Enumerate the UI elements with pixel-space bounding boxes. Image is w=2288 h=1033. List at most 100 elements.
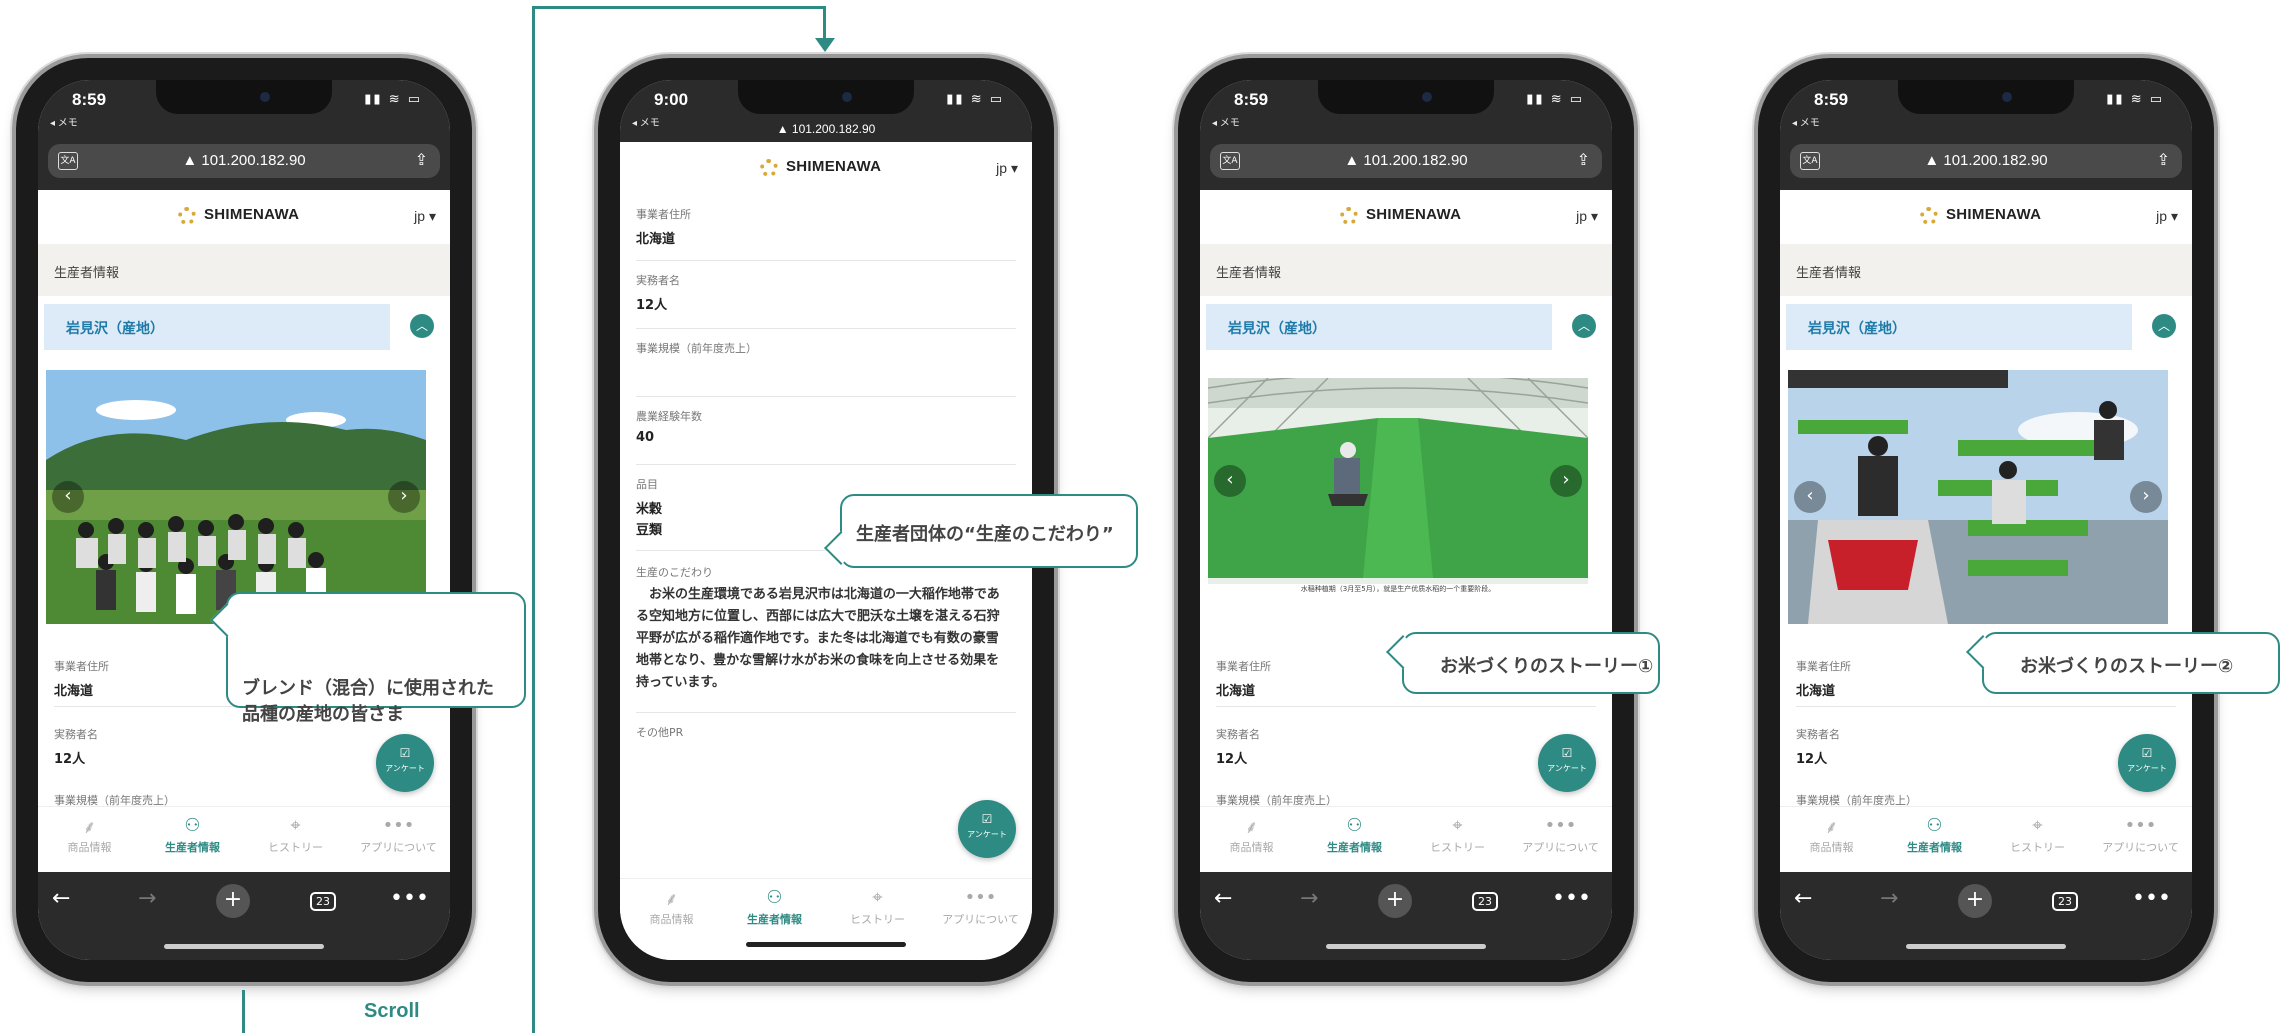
tab-product[interactable]: ⸙ 商品情報 [1780,807,1883,873]
carousel-next-button[interactable]: › [1550,465,1582,497]
forward-arrow-icon[interactable]: → [1300,886,1318,911]
checkbox-icon: ☑ [399,746,411,760]
more-dots-icon: ••• [2124,815,2157,836]
tab-count-icon[interactable]: 23 [2052,892,2078,911]
tab-producer[interactable]: ⚇ 生産者情報 [723,879,826,960]
tab-product[interactable]: ⸙ 商品情報 [620,879,723,960]
notch [156,80,332,114]
notch [738,80,914,114]
status-time: 9:00 [654,90,689,109]
signal-wifi-battery-icon: ▮▮ ≋ ▭ [364,92,422,107]
region-accordion[interactable]: 岩見沢（産地） [1206,304,1552,350]
tab-bar: ⸙ 商品情報 ⚇ 生産者情報 ⌖ ヒストリー ••• アプリについて [1200,806,1612,873]
notch [1898,80,2074,114]
collapse-icon[interactable]: ︿ [2152,314,2176,338]
browser-toolbar: ← → + 23 ••• [38,872,450,960]
screen: 8:59 ◂ メモ ▮▮ ≋ ▭ 文A ▲ 101.200.182.90 ⇪ S… [1780,80,2192,960]
more-dots-icon: ••• [964,887,997,908]
new-tab-plus-icon[interactable]: + [1378,884,1412,918]
app-header: SHIMENAWA jp ▾ [1200,190,1612,244]
section-header: 生産者情報 [1200,244,1612,296]
person-icon: ⚇ [184,815,201,836]
home-indicator [164,944,324,949]
more-menu-icon[interactable]: ••• [2132,886,2171,911]
forward-arrow-icon[interactable]: → [138,886,156,911]
logo-ring-icon [1340,207,1358,225]
carousel-prev-button[interactable]: ‹ [52,481,84,513]
carousel-next-button[interactable]: › [2130,481,2162,513]
region-accordion[interactable]: 岩見沢（産地） [1786,304,2132,350]
carousel-photo-planter: ‹ › [1788,370,2168,624]
back-arrow-icon[interactable]: ← [1794,886,1812,911]
status-time: 8:59 [1814,90,1849,109]
survey-button[interactable]: ☑ アンケート [376,734,434,792]
tab-about[interactable]: ••• アプリについて [2089,807,2192,873]
tab-producer[interactable]: ⚇ 生産者情報 [1303,807,1406,873]
checkbox-icon: ☑ [2141,746,2153,760]
new-tab-plus-icon[interactable]: + [216,884,250,918]
phone-mockup-3: 8:59 ◂ メモ ▮▮ ≋ ▭ 文A ▲ 101.200.182.90 ⇪ S… [1178,58,1634,982]
new-tab-plus-icon[interactable]: + [1958,884,1992,918]
address-bar[interactable]: 文A ▲ 101.200.182.90 ⇪ [48,144,440,178]
language-select[interactable]: jp ▾ [414,208,436,225]
back-to-app-link[interactable]: ◂ メモ [50,114,78,129]
rice-planter-photo-image [1788,370,2168,624]
back-to-app-link[interactable]: ◂ メモ [1212,114,1240,129]
share-icon[interactable]: ⇪ [415,150,428,169]
sprout-icon: ⸙ [1824,817,1839,838]
survey-button[interactable]: ☑ アンケート [2118,734,2176,792]
carousel-photo-greenhouse: ‹ › [1208,378,1588,584]
photo-caption: 水稲种植期（3月至5月），就是生产优质水稻的一个重要阶段。 [1300,585,1496,593]
back-arrow-icon[interactable]: ← [1214,886,1232,911]
tab-history[interactable]: ⌖ ヒストリー [1406,807,1509,873]
region-accordion[interactable]: 岩見沢（産地） [44,304,390,350]
tab-history[interactable]: ⌖ ヒストリー [244,807,347,873]
tab-about[interactable]: ••• アプリについて [1509,807,1612,873]
language-select[interactable]: jp ▾ [996,160,1018,177]
tab-bar: ⸙ 商品情報 ⚇ 生産者情報 ⌖ ヒストリー ••• アプリについて [38,806,450,873]
language-select[interactable]: jp ▾ [2156,208,2178,225]
field-address: 事業者住所 北海道 [636,206,1016,261]
carousel-next-button[interactable]: › [388,481,420,513]
signal-wifi-battery-icon: ▮▮ ≋ ▭ [2106,92,2164,107]
survey-button[interactable]: ☑ アンケート [958,800,1016,858]
collapse-icon[interactable]: ︿ [1572,314,1596,338]
group-photo-image [46,370,426,624]
language-select[interactable]: jp ▾ [1576,208,1598,225]
share-icon[interactable]: ⇪ [1577,150,1590,169]
share-icon[interactable]: ⇪ [2157,150,2170,169]
location-pin-icon: ⌖ [872,887,883,908]
more-menu-icon[interactable]: ••• [390,886,429,911]
tab-bar: ⸙ 商品情報 ⚇ 生産者情報 ⌖ ヒストリー ••• アプリについて [1780,806,2192,873]
address-bar[interactable]: 文A ▲ 101.200.182.90 ⇪ [1790,144,2182,178]
scroll-connector-line [532,6,535,1033]
survey-button[interactable]: ☑ アンケート [1538,734,1596,792]
address-bar[interactable]: 文A ▲ 101.200.182.90 ⇪ [1210,144,1602,178]
tab-producer[interactable]: ⚇ 生産者情報 [1883,807,1986,873]
carousel-prev-button[interactable]: ‹ [1214,465,1246,497]
tab-product[interactable]: ⸙ 商品情報 [1200,807,1303,873]
home-indicator [1906,944,2066,949]
app-header: SHIMENAWA jp ▾ [1780,190,2192,244]
tab-about[interactable]: ••• アプリについて [929,879,1032,960]
back-arrow-icon[interactable]: ← [52,886,70,911]
tab-count-icon[interactable]: 23 [310,892,336,911]
sprout-icon: ⸙ [1244,817,1259,838]
more-dots-icon: ••• [1544,815,1577,836]
browser-toolbar: ← → + 23 ••• [1200,872,1612,960]
more-menu-icon[interactable]: ••• [1552,886,1591,911]
tab-history[interactable]: ⌖ ヒストリー [826,879,929,960]
collapse-icon[interactable]: ︿ [410,314,434,338]
forward-arrow-icon[interactable]: → [1880,886,1898,911]
field-staff: 実務者名 12人 [636,272,1016,329]
callout-story-2: お米づくりのストーリー② [1966,632,2280,694]
tab-producer[interactable]: ⚇ 生産者情報 [141,807,244,873]
tab-count-icon[interactable]: 23 [1472,892,1498,911]
tab-about[interactable]: ••• アプリについて [347,807,450,873]
carousel-prev-button[interactable]: ‹ [1794,481,1826,513]
field-scale: 事業規模（前年度売上） [636,340,1016,397]
logo-ring-icon [1920,207,1938,225]
tab-product[interactable]: ⸙ 商品情報 [38,807,141,873]
back-to-app-link[interactable]: ◂ メモ [1792,114,1820,129]
tab-history[interactable]: ⌖ ヒストリー [1986,807,2089,873]
